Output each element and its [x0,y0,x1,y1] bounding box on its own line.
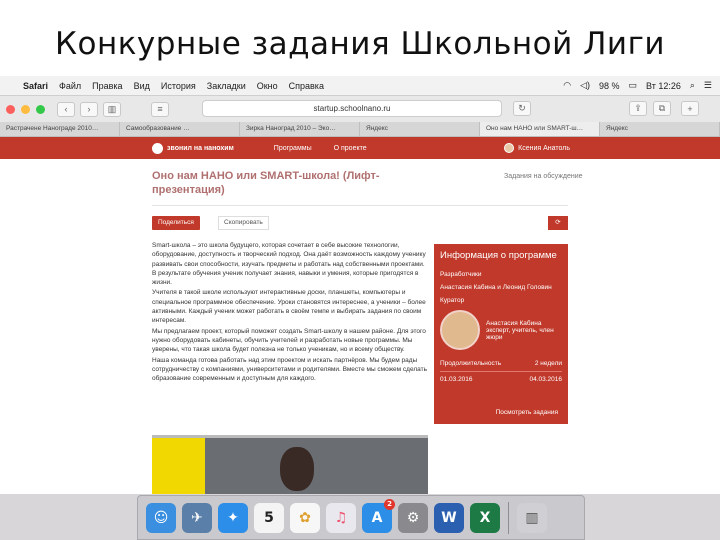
tab-bar: Растрачене Нанограде 2010… Самообразован… [0,122,720,137]
info-divider [440,371,562,372]
curator-photo [440,310,480,350]
program-info-card: Информация о программе Разработчики Анас… [434,244,568,424]
mac-screen: Safari Файл Правка Вид История Закладки … [0,76,720,540]
info-card-title: Информация о программе [440,250,557,261]
back-button[interactable]: ‹ [57,101,75,117]
calendar-icon[interactable]: 5 [254,502,284,533]
menu-bar: Safari Файл Правка Вид История Закладки … [0,76,720,96]
word-icon[interactable]: W [434,502,464,533]
clock[interactable]: Вт 12:26 [646,81,681,91]
preview-icon[interactable]: ✈ [182,502,212,533]
curator-block[interactable]: Анастасия Кабина эксперт, учитель, член … [440,310,562,350]
app-store-badge: 2 [384,498,395,510]
web-page: звонил на нанохим Программы О проекте Кс… [0,137,720,494]
flag-icon[interactable]: ▭ [629,80,638,91]
zoom-window-icon[interactable] [36,104,45,114]
system-preferences-icon[interactable]: ⚙ [398,502,428,533]
video-person [280,447,314,491]
article-paragraph: Мы предлагаем проект, который поможет со… [152,327,426,354]
menu-edit[interactable]: Правка [92,81,122,91]
discussion-link[interactable]: Задания на обсуждение [504,173,583,180]
article-paragraph: Учителя в такой школе используют интерак… [152,289,426,325]
avatar [504,143,515,153]
menu-history[interactable]: История [161,81,196,91]
copy-button[interactable]: Скопировать [218,216,269,230]
divider [152,205,568,206]
tabs-icon[interactable]: ⧉ [653,101,671,116]
wifi-icon[interactable]: ◠ [563,80,571,91]
menu-icon[interactable]: ≡ [151,101,169,117]
photos-icon[interactable]: ✿ [290,502,320,533]
battery-label[interactable]: 98 % [599,81,620,91]
duration-value: 2 недели [534,360,562,367]
tab-1[interactable]: Растрачене Нанограде 2010… [0,122,120,136]
browser-toolbar: ‹ › ▥ ≡ startup.schoolnano.ru ↻ ⇪ ⧉ + [0,96,720,122]
menu-help[interactable]: Справка [289,81,324,91]
nav-about[interactable]: О проекте [334,145,367,152]
tab-4[interactable]: Яндекс [360,122,480,136]
close-window-icon[interactable] [6,104,15,114]
site-logo[interactable]: звонил на нанохим [152,142,234,154]
nav-programs[interactable]: Программы [274,145,312,152]
volume-icon[interactable]: ◁) [580,80,590,91]
share-button[interactable]: Поделиться [152,216,200,230]
menu-file[interactable]: Файл [59,81,81,91]
tab-2[interactable]: Самообразование … [120,122,240,136]
trash-icon[interactable]: ▥ [517,502,547,533]
site-navbar: звонил на нанохим Программы О проекте Кс… [0,137,720,159]
curator-name: Анастасия Кабина эксперт, учитель, член … [486,319,554,341]
search-icon[interactable]: ⌕ [690,80,695,91]
tab-6[interactable]: Яндекс [600,122,720,136]
date-start: 01.03.2016 [440,376,473,383]
list-icon[interactable]: ☰ [704,80,712,91]
menu-bookmarks[interactable]: Закладки [207,81,246,91]
view-tasks-link[interactable]: Посмотреть задания [496,409,558,416]
finder-icon[interactable]: ☺ [146,502,176,533]
menu-app-name[interactable]: Safari [23,81,48,91]
new-tab-icon[interactable]: + [681,101,699,116]
app-store-icon[interactable]: A2 [362,498,395,533]
video-yellow-panel [152,438,205,494]
minimize-window-icon[interactable] [21,104,30,114]
page-title: Оно нам НАНО или SMART-школа! (Лифт-през… [152,170,380,196]
date-end: 04.03.2016 [529,376,562,383]
curator-label: Куратор [440,297,465,304]
tab-active[interactable]: Оно нам НАНО или SMART-ш… [480,122,600,136]
music-icon[interactable]: ♫ [326,502,356,533]
slide-title: Конкурные задания Школьной Лиги [54,26,666,62]
safari-icon[interactable]: ✦ [218,502,248,533]
tab-3[interactable]: Зирка Наноград 2010 – Эко… [240,122,360,136]
logo-text: звонил на нанохим [167,144,234,152]
reload-icon[interactable]: ↻ [513,101,531,116]
user-name: Ксения Анатоль [518,144,570,152]
logo-icon [152,142,163,154]
article-body: Smart-школа – это школа будущего, котора… [152,241,427,384]
video-player[interactable] [152,435,428,494]
dock: ☺ ✈ ✦ 5 ✿ ♫ A2 ⚙ W X ▥ [137,495,585,540]
forward-button[interactable]: › [80,101,98,117]
dock-separator [508,501,509,534]
excel-icon[interactable]: X [470,502,500,533]
user-menu[interactable]: Ксения Анатоль [504,143,570,153]
duration-label: Продолжительность [440,360,502,367]
refresh-button[interactable]: ⟳ [548,216,568,230]
article-paragraph: Smart-школа – это школа будущего, котора… [152,242,426,287]
sidebar-icon[interactable]: ▥ [103,101,121,117]
address-bar[interactable]: startup.schoolnano.ru [202,100,502,117]
article-paragraph: Наша команда готова работать над этим пр… [152,356,427,383]
menu-view[interactable]: Вид [134,81,150,91]
developers-value: Анастасия Кабина и Леонид Головин [440,284,552,291]
developers-label: Разработчики [440,271,482,278]
video-frame [205,438,428,494]
menu-window[interactable]: Окно [257,81,278,91]
share-icon[interactable]: ⇪ [629,101,647,116]
